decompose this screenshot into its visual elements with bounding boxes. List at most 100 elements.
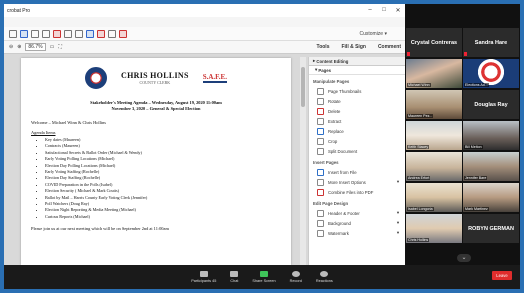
- delete-item[interactable]: Delete: [309, 106, 405, 116]
- acrobat-title-bar: crobat Pro – □ ✕: [4, 4, 405, 17]
- delete-icon: [317, 107, 324, 115]
- rotate-item[interactable]: Rotate: [309, 96, 405, 106]
- agenda-heading: Agenda Items: [31, 130, 56, 135]
- watermark-icon: [317, 229, 324, 237]
- record-button[interactable]: Record: [290, 271, 302, 283]
- watermark-item[interactable]: Watermark ▾: [309, 228, 405, 238]
- save-icon[interactable]: [20, 29, 28, 38]
- edit-icon[interactable]: [108, 29, 116, 38]
- muted-mic-icon: [407, 52, 410, 56]
- export-icon[interactable]: [97, 29, 105, 38]
- share-icon[interactable]: [86, 29, 94, 38]
- clerk-name: CHRIS HOLLINS: [121, 71, 189, 80]
- pages-header[interactable]: ▾ Pages: [309, 66, 405, 75]
- participant-tile[interactable]: Keith Stacey: [406, 121, 462, 150]
- window-title: crobat Pro: [7, 7, 31, 14]
- minimize-icon[interactable]: –: [363, 7, 377, 14]
- participants-icon: [199, 271, 208, 277]
- create-pdf-icon[interactable]: [53, 29, 61, 38]
- participant-tile[interactable]: Andrea Erfort: [406, 152, 462, 181]
- scrollbar-thumb[interactable]: [301, 67, 305, 107]
- customize-menu[interactable]: Customize ▾: [359, 31, 387, 37]
- participant-tile[interactable]: Jennifer Bare: [463, 152, 519, 181]
- reactions-button[interactable]: Reactions: [316, 271, 333, 283]
- insert-pages-group: Insert Pages: [313, 160, 339, 165]
- tab-comment[interactable]: Comment: [374, 44, 405, 50]
- tab-fill-sign[interactable]: Fill & Sign: [337, 44, 369, 50]
- sign-icon[interactable]: [119, 29, 127, 38]
- manipulate-pages-group: Manipulate Pages: [313, 79, 350, 84]
- crop-icon: [317, 137, 324, 145]
- participant-tile[interactable]: Sandra Hare: [463, 28, 519, 57]
- chevron-down-icon: ▾: [396, 179, 399, 184]
- maximize-icon[interactable]: □: [377, 7, 391, 14]
- muted-mic-icon: [464, 52, 467, 56]
- header-footer-item[interactable]: Header & Footer ▾: [309, 208, 405, 218]
- chevron-down-icon: ▾: [396, 230, 399, 235]
- county-seal-icon: [85, 67, 108, 89]
- page-thumbnails-item[interactable]: Page Thumbnails: [309, 86, 405, 96]
- insert-options-icon: [317, 178, 324, 186]
- pdf-page: CHRIS HOLLINS COUNTY CLERK S.A.F.E. Stak…: [21, 58, 291, 265]
- chat-icon: [230, 271, 239, 277]
- reactions-icon: [320, 271, 329, 277]
- participant-tile[interactable]: Douglas Ray: [463, 90, 519, 119]
- participant-tile[interactable]: Chris Hollins: [406, 214, 462, 243]
- close-icon[interactable]: ✕: [391, 7, 405, 14]
- chat-button[interactable]: Chat: [230, 271, 238, 283]
- participant-tile[interactable]: Bill Melton: [463, 121, 519, 150]
- chevron-down-icon: ▾: [396, 210, 399, 215]
- extract-item[interactable]: Extract: [309, 116, 405, 126]
- participant-name: Jennifer Bare: [464, 176, 488, 180]
- more-insert-options-item[interactable]: More Insert Options ▾: [309, 177, 405, 187]
- participant-name: Bill Melton: [464, 145, 483, 149]
- replace-item[interactable]: Replace: [309, 126, 405, 136]
- background-icon: [317, 219, 324, 227]
- combine-files-item[interactable]: Combine Files into PDF: [309, 187, 405, 197]
- document-scrollbar[interactable]: [300, 57, 306, 265]
- full-screen-icon[interactable]: ⛶: [58, 44, 62, 50]
- content-editing-header[interactable]: ▸ Content Editing: [309, 57, 405, 66]
- participant-name: Mark Martinez: [464, 207, 489, 211]
- letterhead: CHRIS HOLLINS COUNTY CLERK S.A.F.E.: [31, 64, 281, 92]
- participant-tile[interactable]: Mark Martinez: [463, 183, 519, 212]
- leave-button[interactable]: Leave: [492, 271, 512, 280]
- participant-tile[interactable]: ROBYN GERMAN: [463, 214, 519, 243]
- participant-tile[interactable]: Elections Ad...: [463, 59, 519, 88]
- insert-from-file-item[interactable]: Insert from File: [309, 167, 405, 177]
- settings-icon[interactable]: [64, 29, 72, 38]
- participant-tile[interactable]: Isabel Longoria: [406, 183, 462, 212]
- more-participants-button[interactable]: ⌄: [457, 254, 471, 262]
- agenda-list: Key dates (Maureen) Contracts (Maureen) …: [45, 137, 281, 220]
- chevron-down-icon: ▾: [396, 220, 399, 225]
- welcome-line: Welcome – Michael Winn & Chris Hollins: [31, 120, 106, 125]
- clerk-subtitle: COUNTY CLERK: [139, 80, 171, 85]
- meeting-controls: Participants 45 Chat Share Screen Record…: [4, 265, 520, 289]
- tab-tools[interactable]: Tools: [313, 44, 334, 50]
- participant-tile[interactable]: Michael Winn: [406, 59, 462, 88]
- background-item[interactable]: Background ▾: [309, 218, 405, 228]
- extract-icon: [317, 117, 324, 125]
- participant-name: Michael Winn: [407, 83, 431, 87]
- email-icon[interactable]: [42, 29, 50, 38]
- split-document-item[interactable]: Split Document: [309, 146, 405, 156]
- share-screen-button[interactable]: Share Screen: [252, 271, 276, 283]
- print-icon[interactable]: [31, 29, 39, 38]
- participant-tile[interactable]: Maureen Pez...: [406, 90, 462, 119]
- participant-tile[interactable]: Crystal Contreras: [406, 28, 462, 57]
- participant-name: Isabel Longoria: [407, 207, 434, 211]
- comment-icon[interactable]: [75, 29, 83, 38]
- zoom-out-icon[interactable]: ⊖: [9, 44, 13, 50]
- share-screen-icon: [260, 271, 269, 277]
- record-icon: [291, 271, 300, 277]
- participants-button[interactable]: Participants 45: [191, 271, 216, 283]
- zoom-in-icon[interactable]: ⊕: [17, 44, 21, 50]
- open-icon[interactable]: [9, 29, 17, 38]
- zoom-level[interactable]: 86.7%: [25, 43, 46, 51]
- agenda-item: Curious Reports (Michael): [45, 214, 281, 220]
- fit-page-icon[interactable]: ▭: [50, 44, 55, 50]
- participant-name: Elections Ad...: [464, 83, 489, 87]
- crop-item[interactable]: Crop: [309, 136, 405, 146]
- header-footer-icon: [317, 209, 324, 217]
- meeting-subtitle: November 3, 2020 – General & Special Ele…: [111, 106, 201, 111]
